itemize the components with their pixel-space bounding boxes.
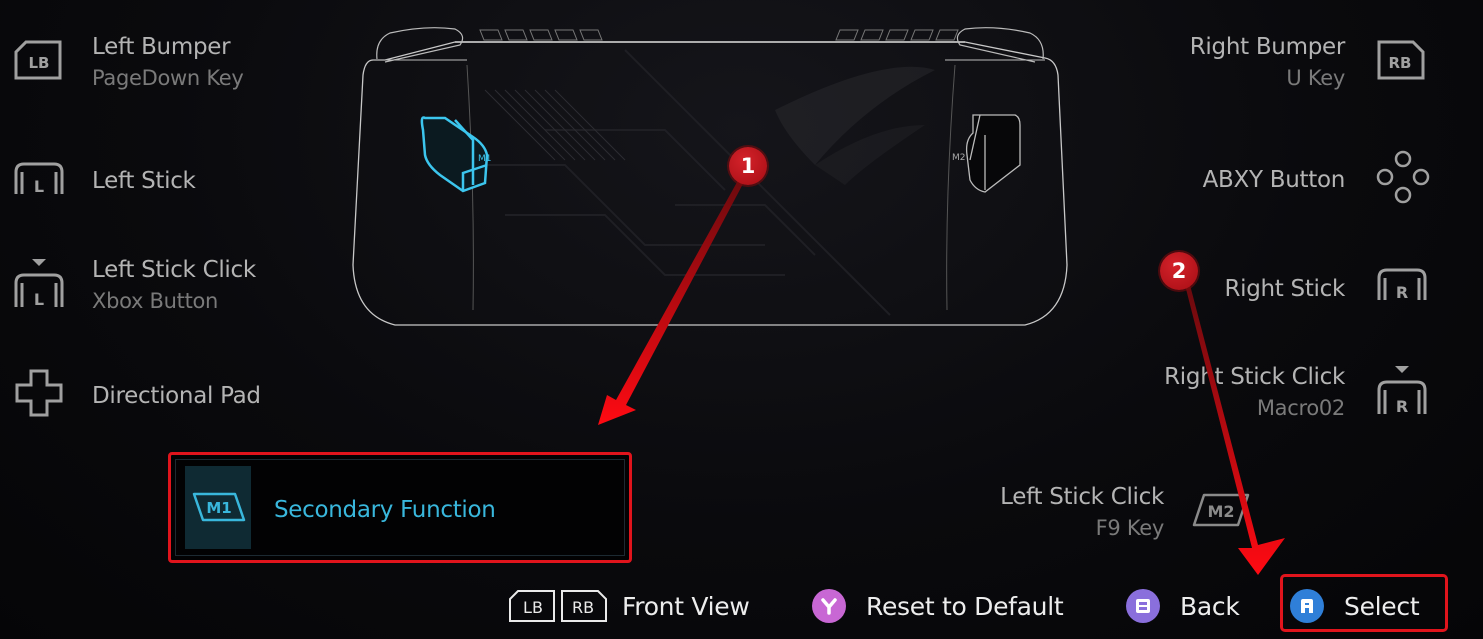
mapping-m2[interactable]: Left Stick Click F9 Key M2	[960, 482, 1260, 546]
annotation-badge-2: 2	[1160, 252, 1198, 290]
mapping-label: Left Stick Click	[92, 257, 256, 283]
rb-bumper-icon: RB	[1377, 40, 1425, 80]
left-stick-icon-text: L	[34, 177, 44, 196]
mapping-right-stick-click[interactable]: Right Stick Click Macro02 R	[1100, 362, 1483, 426]
left-stick-icon: L	[12, 160, 66, 196]
device-illustration: M1 M2	[352, 27, 1068, 326]
left-stick-click-icon-text: L	[34, 290, 44, 309]
rb-key-icon: RB	[560, 589, 608, 623]
reset-label: Reset to Default	[866, 591, 1064, 621]
m1-key-icon: M1	[191, 491, 247, 523]
select-button[interactable]: Select	[1290, 588, 1420, 624]
right-stick-icon: R	[1375, 266, 1429, 302]
y-button-icon	[812, 589, 846, 623]
mapping-label: Directional Pad	[92, 383, 261, 409]
right-stick-click-icon: R	[1375, 364, 1429, 416]
m2-icon-text: M2	[1207, 502, 1234, 521]
vent-right	[835, 29, 959, 41]
mapping-assignment: Macro02	[1256, 396, 1345, 420]
m1-back-button: M1	[420, 116, 492, 193]
lb-bumper-icon: LB	[14, 40, 62, 80]
dpad-icon	[14, 368, 64, 418]
m1-back-label: M1	[478, 154, 492, 164]
mapping-assignment: Xbox Button	[92, 289, 219, 313]
rb-key-text: RB	[572, 598, 594, 617]
m2-back-button: M2	[952, 114, 1021, 193]
reset-to-default-button[interactable]: Reset to Default	[812, 588, 1064, 624]
mapping-right-stick[interactable]: Right Stick R	[1100, 266, 1483, 310]
a-button-icon	[1290, 589, 1324, 623]
mapping-label: Left Stick	[92, 168, 196, 194]
mapping-label: Left Stick Click	[1000, 484, 1164, 510]
mapping-abxy-button[interactable]: ABXY Button	[1100, 148, 1483, 208]
annotation-badge-1: 1	[729, 147, 767, 185]
back-label: Back	[1180, 591, 1240, 621]
mapping-left-stick-click[interactable]: L Left Stick Click Xbox Button	[0, 255, 300, 319]
right-bumper-outline	[956, 27, 1044, 63]
front-view-label: Front View	[622, 591, 750, 621]
mapping-directional-pad[interactable]: Directional Pad	[0, 368, 300, 420]
vent-left	[479, 29, 603, 41]
mapping-label: Right Bumper	[1189, 34, 1346, 60]
secondary-function-option[interactable]: M1 Secondary Function	[168, 452, 632, 563]
left-stick-click-icon: L	[12, 257, 66, 309]
abxy-icon	[1376, 150, 1430, 204]
mapping-right-bumper[interactable]: Right Bumper U Key RB	[1100, 32, 1483, 96]
lb-key-text: LB	[523, 598, 543, 617]
mapping-label: ABXY Button	[1202, 167, 1346, 193]
mapping-label: Left Bumper	[92, 34, 231, 60]
mapping-label: Right Stick Click	[1164, 364, 1345, 390]
select-label: Select	[1344, 591, 1420, 621]
left-bumper-outline	[376, 27, 464, 63]
mapping-assignment: U Key	[1286, 66, 1345, 90]
right-stick-icon-text: R	[1396, 283, 1408, 302]
mapping-label: Right Stick	[1224, 276, 1345, 302]
m1-icon-text: M1	[206, 499, 231, 517]
m1-tile: M1	[185, 466, 251, 549]
secondary-function-label: Secondary Function	[274, 497, 496, 523]
back-button[interactable]: Back	[1126, 588, 1240, 624]
lb-icon-text: LB	[29, 54, 50, 72]
rb-icon-text: RB	[1389, 54, 1412, 72]
m2-back-label: M2	[952, 153, 966, 163]
m2-key-icon: M2	[1190, 492, 1252, 528]
mapping-left-bumper[interactable]: LB Left Bumper PageDown Key	[0, 32, 300, 96]
lb-key-icon: LB	[508, 589, 556, 623]
front-view-button[interactable]: LB RB Front View	[508, 588, 750, 624]
right-stick-click-icon-text: R	[1396, 397, 1408, 416]
hatch-pattern	[484, 89, 626, 161]
b-button-icon	[1126, 589, 1160, 623]
mapping-assignment: F9 Key	[1095, 516, 1165, 540]
mapping-left-stick[interactable]: L Left Stick	[0, 160, 300, 204]
mapping-assignment: PageDown Key	[92, 66, 244, 90]
rog-logo-pattern	[775, 66, 935, 185]
